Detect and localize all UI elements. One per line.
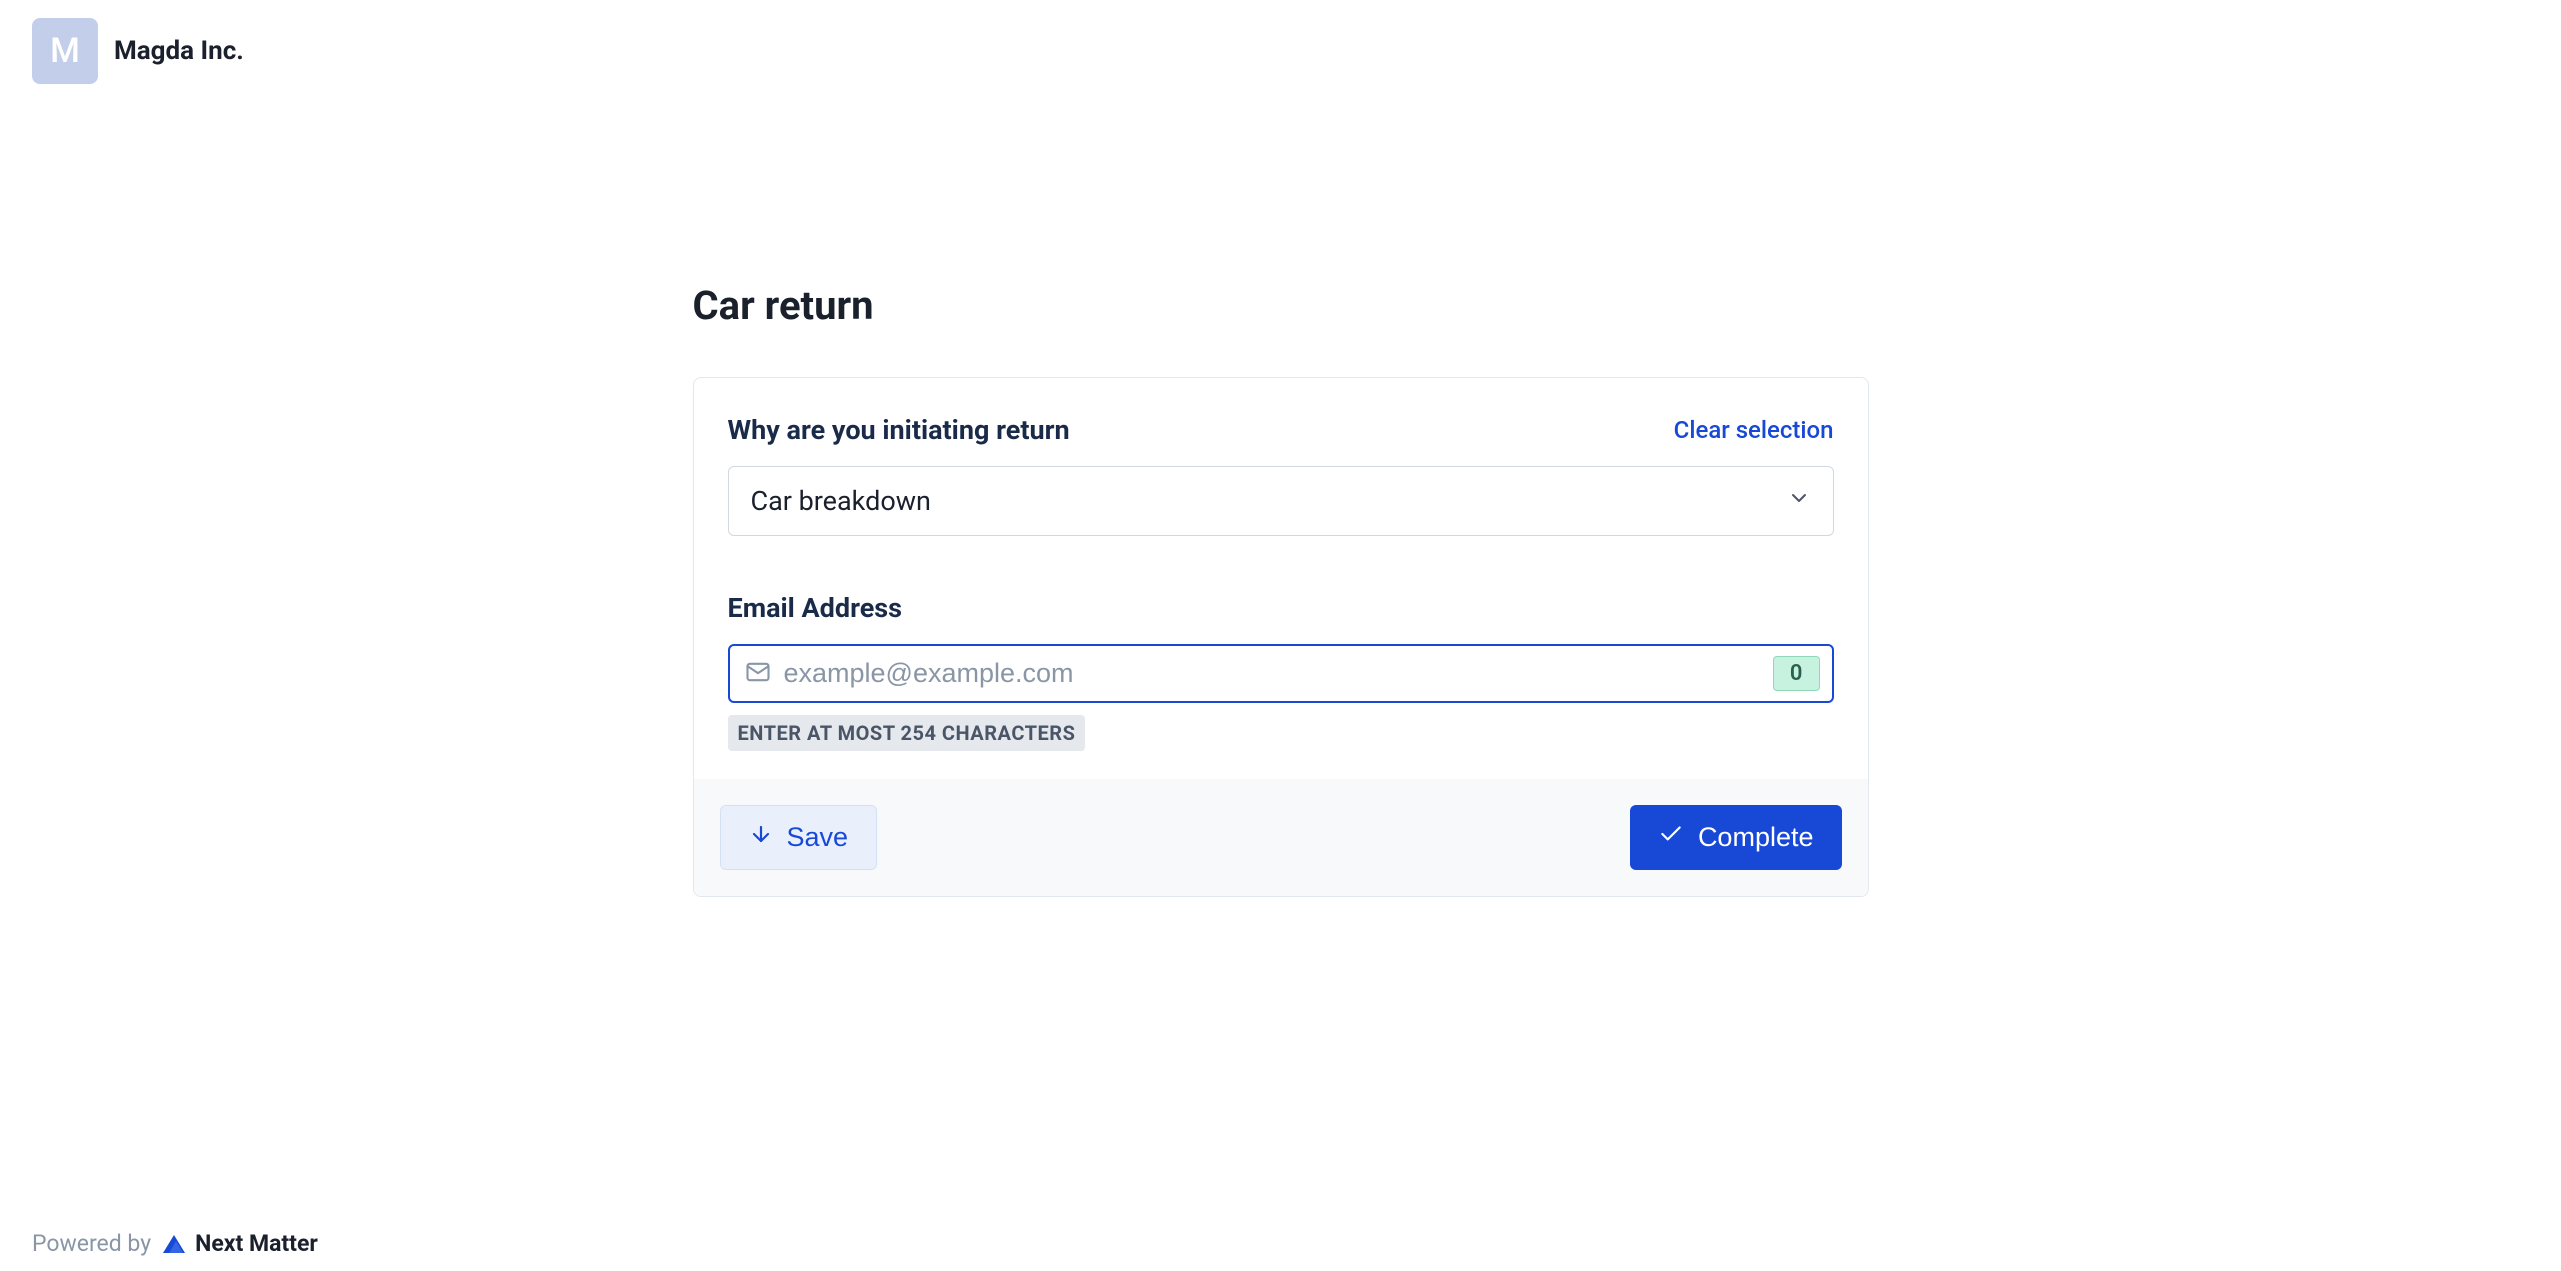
- field-header: Email Address: [728, 592, 1834, 624]
- field-header: Why are you initiating return Clear sele…: [728, 414, 1834, 446]
- form-card: Why are you initiating return Clear sele…: [693, 377, 1869, 897]
- email-helper-text: ENTER AT MOST 254 CHARACTERS: [728, 715, 1086, 751]
- footer: Powered by Next Matter: [0, 1216, 350, 1271]
- save-button[interactable]: Save: [720, 805, 878, 870]
- email-input[interactable]: [784, 658, 1761, 689]
- complete-label: Complete: [1698, 822, 1814, 853]
- header: M Magda Inc.: [0, 0, 2561, 102]
- field-reason: Why are you initiating return Clear sele…: [728, 414, 1834, 536]
- brand-logo-icon: [161, 1233, 187, 1255]
- email-label: Email Address: [728, 592, 903, 624]
- mail-icon: [744, 658, 772, 690]
- page-wrapper: Car return Why are you initiating return…: [0, 282, 2561, 897]
- email-control: 0: [728, 644, 1834, 703]
- powered-by-label: Powered by: [32, 1230, 151, 1257]
- reason-select[interactable]: Car breakdown: [728, 466, 1834, 536]
- brand-name: Next Matter: [195, 1230, 318, 1257]
- form-container: Car return Why are you initiating return…: [693, 282, 1869, 897]
- arrow-down-icon: [749, 822, 773, 853]
- char-count-badge: 0: [1773, 656, 1820, 691]
- card-body: Why are you initiating return Clear sele…: [694, 378, 1868, 779]
- chevron-down-icon: [1787, 485, 1811, 517]
- reason-label: Why are you initiating return: [728, 414, 1070, 446]
- page-title: Car return: [693, 282, 1869, 329]
- reason-selected-value: Car breakdown: [751, 485, 1787, 517]
- card-footer: Save Complete: [694, 779, 1868, 896]
- company-logo-badge: M: [32, 18, 98, 84]
- field-email: Email Address 0 ENTER AT MOST 254 CHARAC…: [728, 592, 1834, 751]
- save-label: Save: [787, 822, 849, 853]
- logo-letter: M: [50, 31, 80, 71]
- check-icon: [1658, 821, 1684, 854]
- brand-link[interactable]: Next Matter: [161, 1230, 318, 1257]
- clear-selection-link[interactable]: Clear selection: [1674, 416, 1834, 444]
- complete-button[interactable]: Complete: [1630, 805, 1842, 870]
- company-name: Magda Inc.: [114, 36, 244, 66]
